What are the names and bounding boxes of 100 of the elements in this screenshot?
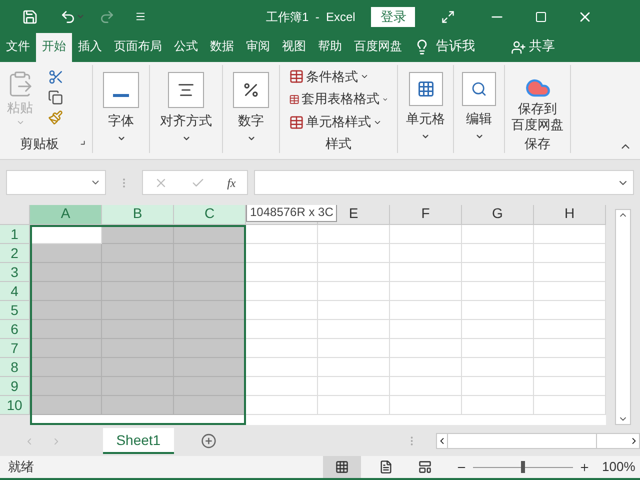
table-cell[interactable] <box>174 396 246 415</box>
table-cell[interactable] <box>246 396 318 415</box>
table-cell[interactable] <box>534 377 606 396</box>
table-cell[interactable] <box>462 244 534 263</box>
style-menu-button[interactable]: 条件格式 <box>289 65 388 88</box>
table-cell[interactable] <box>174 339 246 358</box>
ribbon-tab[interactable]: 页面布局 <box>108 33 168 62</box>
table-cell[interactable] <box>174 301 246 320</box>
table-cell[interactable] <box>462 377 534 396</box>
table-cell[interactable] <box>246 225 318 244</box>
table-cell[interactable] <box>30 339 102 358</box>
row-header[interactable]: 3 <box>0 263 30 282</box>
table-cell[interactable] <box>318 320 390 339</box>
ribbon-tab[interactable]: 文件 <box>0 33 36 62</box>
table-cell[interactable] <box>318 263 390 282</box>
ribbon-tab[interactable]: 开始 <box>36 33 72 62</box>
ribbon-button[interactable]: 数字 <box>223 65 279 153</box>
row-header[interactable]: 10 <box>0 396 30 415</box>
table-cell[interactable] <box>30 320 102 339</box>
row-header[interactable]: 4 <box>0 282 30 301</box>
table-cell[interactable] <box>390 263 462 282</box>
table-cell[interactable] <box>246 263 318 282</box>
undo-icon[interactable] <box>60 8 76 24</box>
save-icon[interactable] <box>22 8 38 24</box>
table-cell[interactable] <box>102 396 174 415</box>
table-cell[interactable] <box>174 320 246 339</box>
table-cell[interactable] <box>534 396 606 415</box>
ribbon-tab[interactable]: 审阅 <box>240 33 276 62</box>
row-header[interactable]: 2 <box>0 244 30 263</box>
ribbon-button[interactable]: 编辑 <box>454 65 504 153</box>
table-cell[interactable] <box>30 244 102 263</box>
page-break-icon[interactable] <box>418 460 432 474</box>
table-cell[interactable] <box>318 377 390 396</box>
table-cell[interactable] <box>30 358 102 377</box>
table-cell[interactable] <box>462 301 534 320</box>
table-cell[interactable] <box>534 263 606 282</box>
table-cell[interactable] <box>390 301 462 320</box>
ribbon-button[interactable]: 对齐方式 <box>150 65 222 153</box>
login-button[interactable]: 登录 <box>371 6 416 26</box>
normal-view-button[interactable] <box>323 456 361 478</box>
name-box[interactable] <box>6 170 106 195</box>
table-cell[interactable] <box>390 339 462 358</box>
ribbon-button[interactable]: 单元格 <box>398 65 453 153</box>
table-cell[interactable] <box>390 358 462 377</box>
table-cell[interactable] <box>462 396 534 415</box>
ribbon-tab[interactable]: 公式 <box>168 33 204 62</box>
horizontal-scrollbar[interactable] <box>436 433 640 449</box>
table-cell[interactable] <box>462 263 534 282</box>
table-cell[interactable] <box>390 320 462 339</box>
save-to-cloud-button[interactable]: 保存到 百度网盘 <box>512 65 564 133</box>
ribbon-tab[interactable]: 视图 <box>276 33 312 62</box>
table-cell[interactable] <box>30 396 102 415</box>
table-cell[interactable] <box>462 320 534 339</box>
ribbon-tab[interactable]: 插入 <box>72 33 108 62</box>
row-header[interactable]: 6 <box>0 320 30 339</box>
column-header[interactable]: B <box>102 205 174 225</box>
scissors-icon[interactable] <box>48 69 64 85</box>
ribbon-display-icon[interactable] <box>441 10 456 24</box>
formula-input[interactable] <box>254 170 634 195</box>
table-cell[interactable] <box>318 225 390 244</box>
column-header[interactable]: A <box>30 205 102 225</box>
table-cell[interactable] <box>534 320 606 339</box>
table-cell[interactable] <box>534 301 606 320</box>
table-cell[interactable] <box>318 339 390 358</box>
table-cell[interactable] <box>174 358 246 377</box>
add-sheet-icon[interactable] <box>200 433 216 449</box>
table-cell[interactable] <box>318 396 390 415</box>
zoom-thumb[interactable] <box>521 460 525 472</box>
table-cell[interactable] <box>174 377 246 396</box>
table-cell[interactable] <box>462 225 534 244</box>
table-cell[interactable] <box>462 339 534 358</box>
ribbon-tab[interactable]: 帮助 <box>312 33 348 62</box>
table-cell[interactable] <box>30 377 102 396</box>
column-header[interactable]: H <box>534 205 606 225</box>
table-cell[interactable] <box>102 244 174 263</box>
row-header[interactable]: 5 <box>0 301 30 320</box>
table-cell[interactable] <box>30 301 102 320</box>
row-header[interactable]: 9 <box>0 377 30 396</box>
table-cell[interactable] <box>390 282 462 301</box>
select-all-corner[interactable] <box>0 205 30 225</box>
table-cell[interactable] <box>318 358 390 377</box>
table-cell[interactable] <box>318 301 390 320</box>
table-cell[interactable] <box>390 377 462 396</box>
table-cell[interactable] <box>534 358 606 377</box>
row-header[interactable]: 1 <box>0 225 30 244</box>
column-header[interactable]: F <box>390 205 462 225</box>
table-cell[interactable] <box>534 282 606 301</box>
table-cell[interactable] <box>246 377 318 396</box>
share-button[interactable]: 共享 <box>526 33 558 62</box>
copy-icon[interactable] <box>48 90 63 105</box>
table-cell[interactable] <box>246 339 318 358</box>
column-header[interactable]: C <box>174 205 246 225</box>
table-cell[interactable] <box>318 282 390 301</box>
ribbon-tab[interactable]: 百度网盘 <box>348 33 408 62</box>
ribbon-button[interactable]: 字体 <box>93 65 149 153</box>
page-layout-icon[interactable] <box>379 460 393 474</box>
row-header[interactable]: 7 <box>0 339 30 358</box>
style-menu-button[interactable]: 套用表格格式 <box>289 88 388 111</box>
table-cell[interactable] <box>318 244 390 263</box>
vertical-scrollbar[interactable] <box>615 209 631 425</box>
